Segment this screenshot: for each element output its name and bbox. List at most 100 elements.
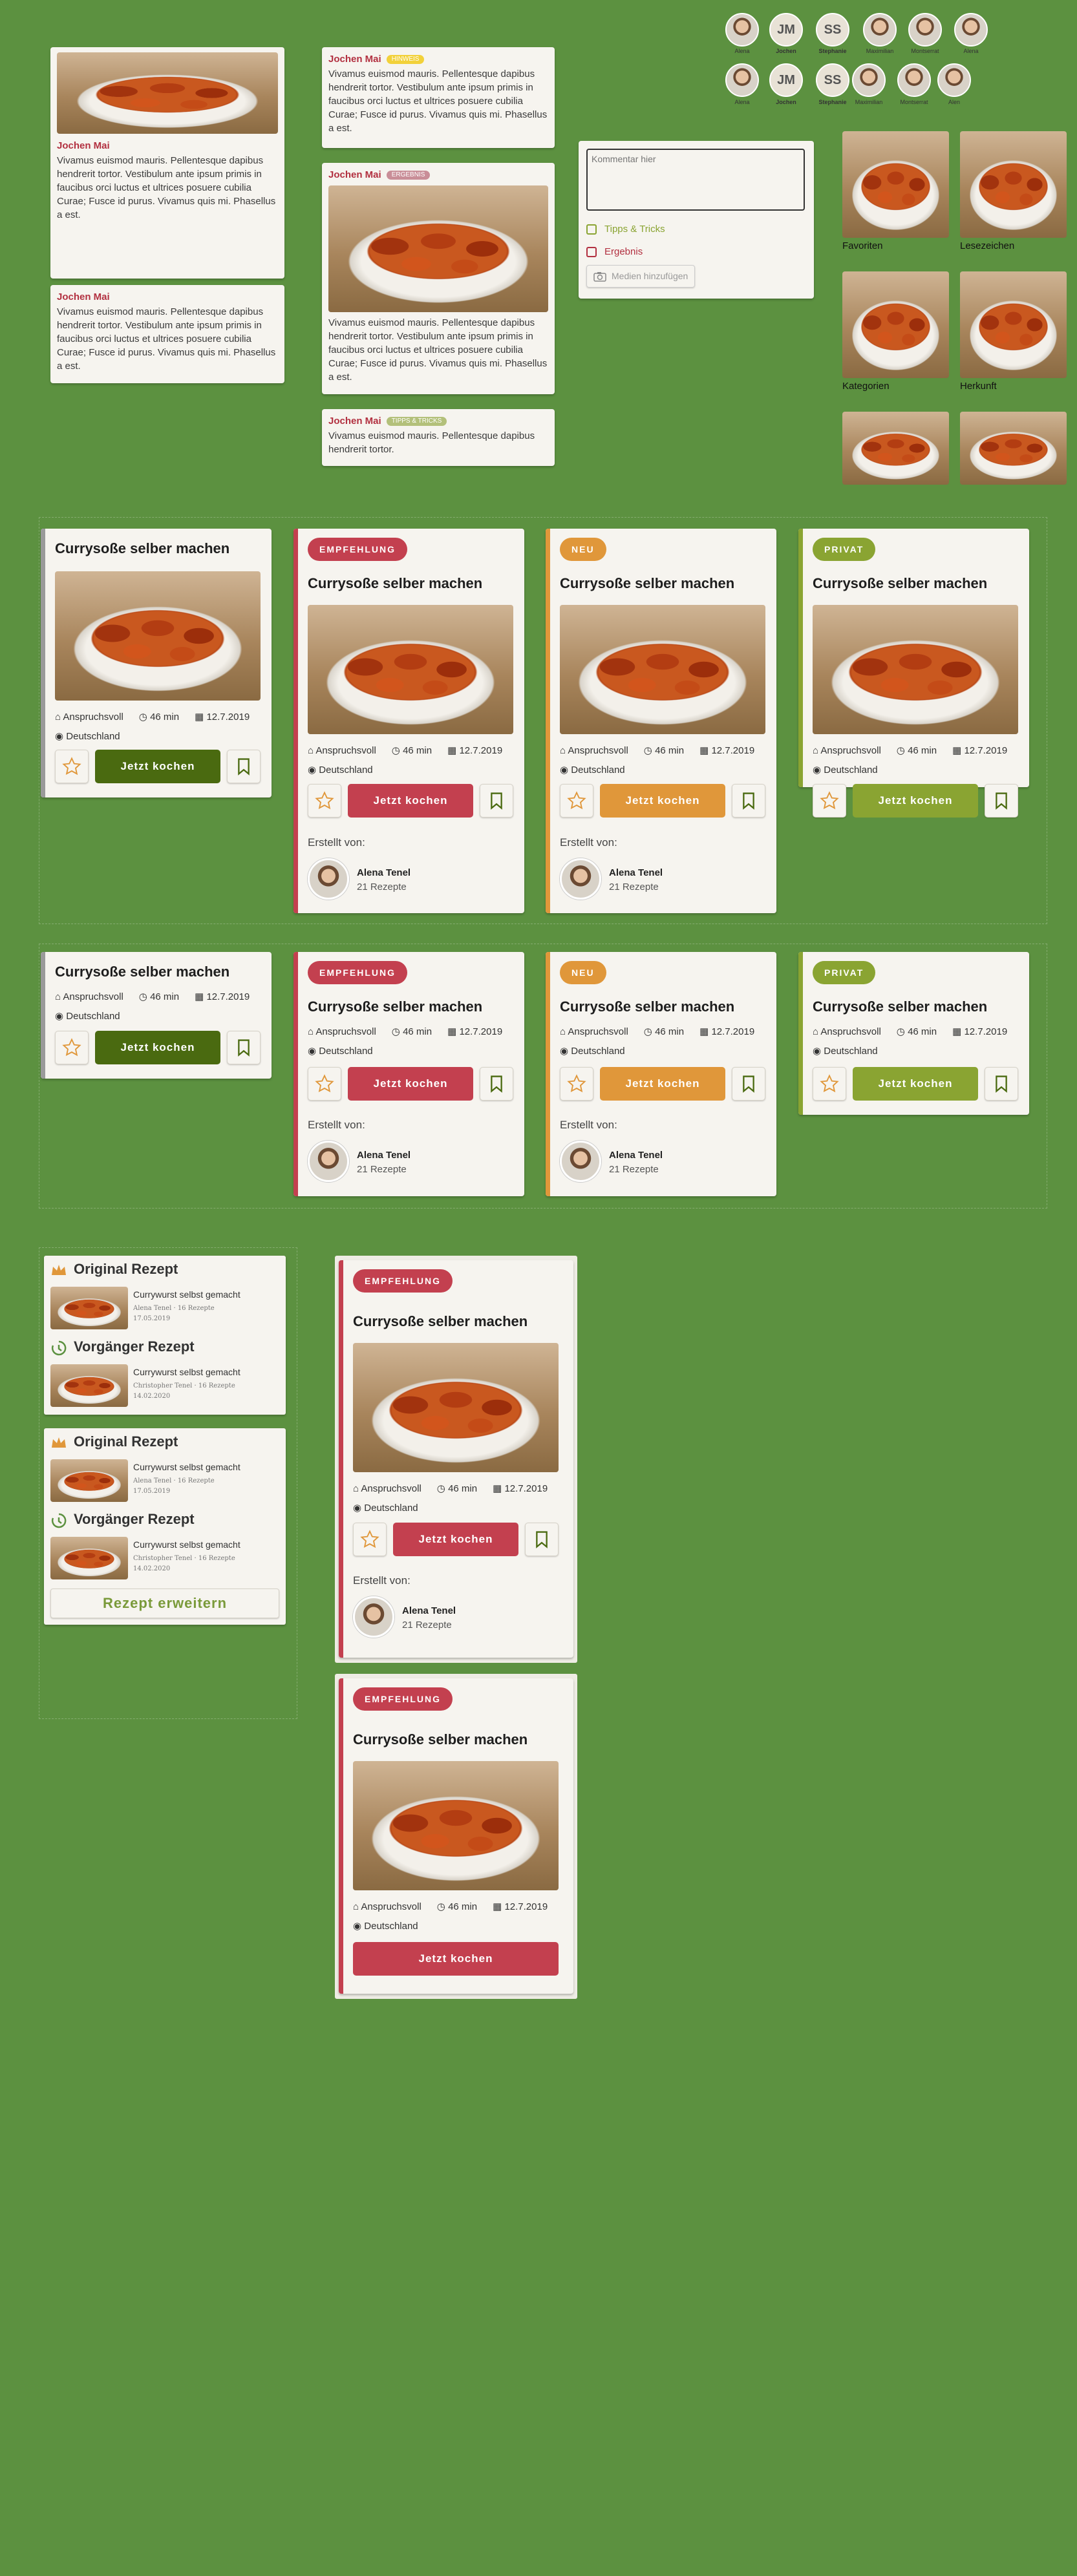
recipe-title[interactable]: Currysoße selber machen	[813, 998, 987, 1015]
recipe-card-compact[interactable]: EMPFEHLUNG Currysoße selber machen ⌂ Ans…	[293, 952, 524, 1196]
avatar[interactable]	[725, 63, 759, 97]
avatar[interactable]: JM	[769, 13, 803, 47]
add-media-button[interactable]: Medien hinzufügen	[586, 265, 696, 288]
history-recipe-title[interactable]: Currywurst selbst gemacht	[133, 1289, 240, 1300]
cook-button[interactable]: Jetzt kochen	[600, 1067, 725, 1101]
bookmark-button[interactable]	[525, 1523, 559, 1556]
cook-button[interactable]: Jetzt kochen	[348, 784, 473, 818]
avatar[interactable]: JM	[769, 63, 803, 97]
avatar[interactable]	[725, 13, 759, 47]
favorite-button[interactable]	[813, 784, 846, 818]
recipe-image[interactable]	[560, 605, 765, 734]
avatar[interactable]: SS	[816, 63, 849, 97]
comment-author[interactable]: Jochen Mai	[328, 168, 381, 182]
cook-button[interactable]: Jetzt kochen	[95, 1031, 220, 1064]
recipe-image[interactable]	[55, 571, 261, 701]
recipe-thumb[interactable]	[50, 1537, 128, 1579]
option-result[interactable]: Ergebnis	[586, 245, 806, 259]
avatar[interactable]	[852, 63, 886, 97]
history-recipe-title[interactable]: Currywurst selbst gemacht	[133, 1462, 240, 1472]
recipe-thumb[interactable]	[50, 1287, 128, 1329]
recipe-card[interactable]: Currysoße selber machen ⌂ Anspruchsvoll ◷…	[41, 529, 272, 797]
gallery-tile[interactable]	[960, 131, 1067, 238]
extend-recipe-button[interactable]: Rezept erweitern	[50, 1589, 279, 1618]
recipe-title[interactable]: Currysoße selber machen	[353, 1313, 528, 1330]
comment-input[interactable]	[586, 149, 805, 211]
recipe-title[interactable]: Currysoße selber machen	[560, 575, 734, 592]
avatar[interactable]	[863, 13, 897, 47]
recipe-card-compact[interactable]: PRIVAT Currysoße selber machen ⌂ Anspruc…	[798, 952, 1029, 1115]
bookmark-button[interactable]	[227, 1031, 261, 1064]
gallery-tile[interactable]	[842, 412, 949, 485]
recipe-thumb[interactable]	[50, 1364, 128, 1407]
recipe-title[interactable]: Currysoße selber machen	[353, 1731, 528, 1748]
avatar[interactable]	[937, 63, 971, 97]
favorite-button[interactable]	[813, 1067, 846, 1101]
bookmark-button[interactable]	[480, 784, 513, 818]
creator-name[interactable]: Alena Tenel	[357, 867, 411, 878]
comment-author[interactable]: Jochen Mai	[57, 290, 110, 304]
recipe-title[interactable]: Currysoße selber machen	[560, 998, 734, 1015]
creator-avatar[interactable]	[353, 1596, 394, 1638]
bookmark-button[interactable]	[732, 1067, 765, 1101]
history-recipe-title[interactable]: Currywurst selbst gemacht	[133, 1539, 240, 1550]
creator-avatar[interactable]	[560, 1141, 601, 1182]
creator-name[interactable]: Alena Tenel	[402, 1605, 456, 1616]
recipe-title[interactable]: Currysoße selber machen	[308, 998, 482, 1015]
checkbox-result[interactable]	[586, 246, 597, 257]
recipe-image[interactable]	[308, 605, 513, 734]
creator-name[interactable]: Alena Tenel	[357, 1150, 411, 1161]
favorite-button[interactable]	[308, 784, 341, 818]
favorite-button[interactable]	[55, 1031, 89, 1064]
recipe-card[interactable]: EMPFEHLUNG Currysoße selber machen ⌂ Ans…	[339, 1260, 573, 1658]
avatar[interactable]	[908, 13, 942, 47]
recipe-title[interactable]: Currysoße selber machen	[308, 575, 482, 592]
recipe-image[interactable]	[813, 605, 1018, 734]
gallery-tile[interactable]	[960, 271, 1067, 378]
comment-author[interactable]: Jochen Mai	[57, 139, 110, 153]
bookmark-button[interactable]	[480, 1067, 513, 1101]
gallery-tile[interactable]	[960, 412, 1067, 485]
gallery-tile[interactable]	[842, 271, 949, 378]
recipe-image[interactable]	[353, 1343, 559, 1472]
comment-author[interactable]: Jochen Mai	[328, 52, 381, 66]
recipe-card[interactable]: NEU Currysoße selber machen ⌂ Anspruchsv…	[546, 529, 776, 913]
favorite-button[interactable]	[55, 750, 89, 783]
creator-avatar[interactable]	[560, 858, 601, 900]
cook-button[interactable]: Jetzt kochen	[353, 1942, 559, 1976]
avatar[interactable]: SS	[816, 13, 849, 47]
comment-author[interactable]: Jochen Mai	[328, 414, 381, 428]
recipe-title[interactable]: Currysoße selber machen	[55, 540, 229, 557]
creator-avatar[interactable]	[308, 1141, 349, 1182]
bookmark-button[interactable]	[985, 784, 1018, 818]
cook-button[interactable]: Jetzt kochen	[393, 1523, 518, 1556]
cook-button[interactable]: Jetzt kochen	[853, 784, 978, 818]
recipe-card-compact[interactable]: Currysoße selber machen ⌂ Anspruchsvoll ◷…	[41, 952, 272, 1079]
recipe-card[interactable]: EMPFEHLUNG Currysoße selber machen ⌂ Ans…	[339, 1678, 573, 1994]
favorite-button[interactable]	[353, 1523, 387, 1556]
history-recipe-title[interactable]: Currywurst selbst gemacht	[133, 1367, 240, 1377]
bookmark-button[interactable]	[985, 1067, 1018, 1101]
gallery-tile[interactable]	[842, 131, 949, 238]
creator-name[interactable]: Alena Tenel	[609, 1150, 663, 1161]
recipe-title[interactable]: Currysoße selber machen	[813, 575, 987, 592]
cook-button[interactable]: Jetzt kochen	[348, 1067, 473, 1101]
creator-avatar[interactable]	[308, 858, 349, 900]
creator-name[interactable]: Alena Tenel	[609, 867, 663, 878]
avatar[interactable]	[954, 13, 988, 47]
cook-button[interactable]: Jetzt kochen	[853, 1067, 978, 1101]
checkbox-tips[interactable]	[586, 224, 597, 235]
bookmark-button[interactable]	[732, 784, 765, 818]
recipe-card-compact[interactable]: NEU Currysoße selber machen ⌂ Anspruchsv…	[546, 952, 776, 1196]
cook-button[interactable]: Jetzt kochen	[95, 750, 220, 783]
recipe-thumb[interactable]	[50, 1459, 128, 1502]
recipe-title[interactable]: Currysoße selber machen	[55, 964, 229, 980]
recipe-image[interactable]	[353, 1761, 559, 1890]
cook-button[interactable]: Jetzt kochen	[600, 784, 725, 818]
favorite-button[interactable]	[560, 784, 593, 818]
favorite-button[interactable]	[308, 1067, 341, 1101]
avatar[interactable]	[897, 63, 931, 97]
bookmark-button[interactable]	[227, 750, 261, 783]
favorite-button[interactable]	[560, 1067, 593, 1101]
recipe-card[interactable]: PRIVAT Currysoße selber machen ⌂ Anspruc…	[798, 529, 1029, 818]
